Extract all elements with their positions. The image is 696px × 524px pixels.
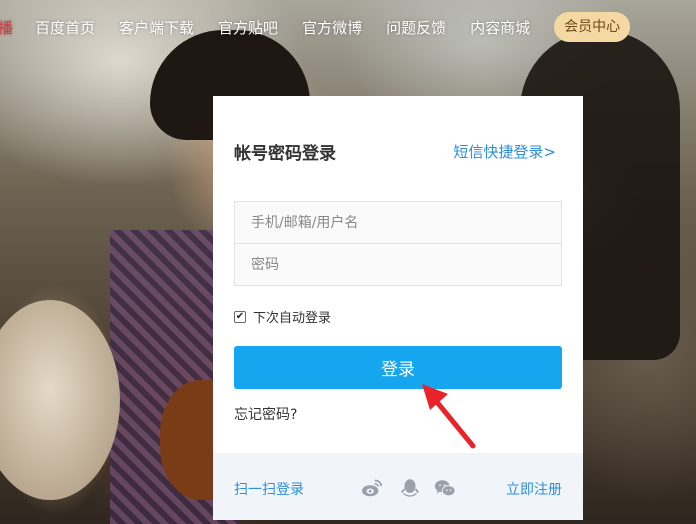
remember-label: 下次自动登录: [253, 311, 332, 326]
qr-login-link[interactable]: 扫一扫登录: [234, 479, 304, 499]
photo-drum: [0, 300, 120, 500]
annotation-arrow-icon: [422, 384, 476, 449]
username-field: [234, 201, 562, 244]
username-input[interactable]: [235, 202, 561, 243]
login-header: 帐号密码登录 短信快捷登录>: [234, 139, 556, 164]
sms-login-link[interactable]: 短信快捷登录>: [453, 141, 556, 162]
nav-item-home[interactable]: 百度首页: [35, 17, 95, 38]
password-field: [234, 244, 562, 286]
login-title: 帐号密码登录: [234, 144, 336, 164]
nav-item-partial[interactable]: 播: [0, 17, 13, 38]
login-button[interactable]: 登录: [234, 346, 562, 389]
top-nav: 播 百度首页 客户端下载 官方贴吧 官方微博 问题反馈 内容商城 会员中心: [0, 0, 696, 54]
password-input[interactable]: [235, 244, 561, 285]
remember-me[interactable]: ✔ 下次自动登录: [234, 307, 331, 326]
register-link[interactable]: 立即注册: [506, 479, 562, 499]
nav-item-client-download[interactable]: 客户端下载: [119, 17, 194, 38]
nav-item-content-mall[interactable]: 内容商城: [470, 17, 530, 38]
nav-item-feedback[interactable]: 问题反馈: [386, 17, 446, 38]
login-footer: 扫一扫登录 立即注册: [213, 453, 583, 520]
login-panel: 帐号密码登录 短信快捷登录> ✔ 下次自动登录 登录 忘记密码? 扫一扫登录: [213, 96, 583, 520]
forgot-password-link[interactable]: 忘记密码?: [234, 404, 297, 424]
weibo-icon[interactable]: [361, 477, 383, 499]
member-center-button[interactable]: 会员中心: [554, 12, 631, 42]
qq-icon[interactable]: [399, 477, 421, 499]
nav-item-official-tieba[interactable]: 官方贴吧: [218, 17, 278, 38]
wechat-icon[interactable]: [434, 477, 456, 499]
remember-checkbox[interactable]: ✔: [234, 310, 246, 323]
nav-item-official-weibo[interactable]: 官方微博: [302, 17, 362, 38]
